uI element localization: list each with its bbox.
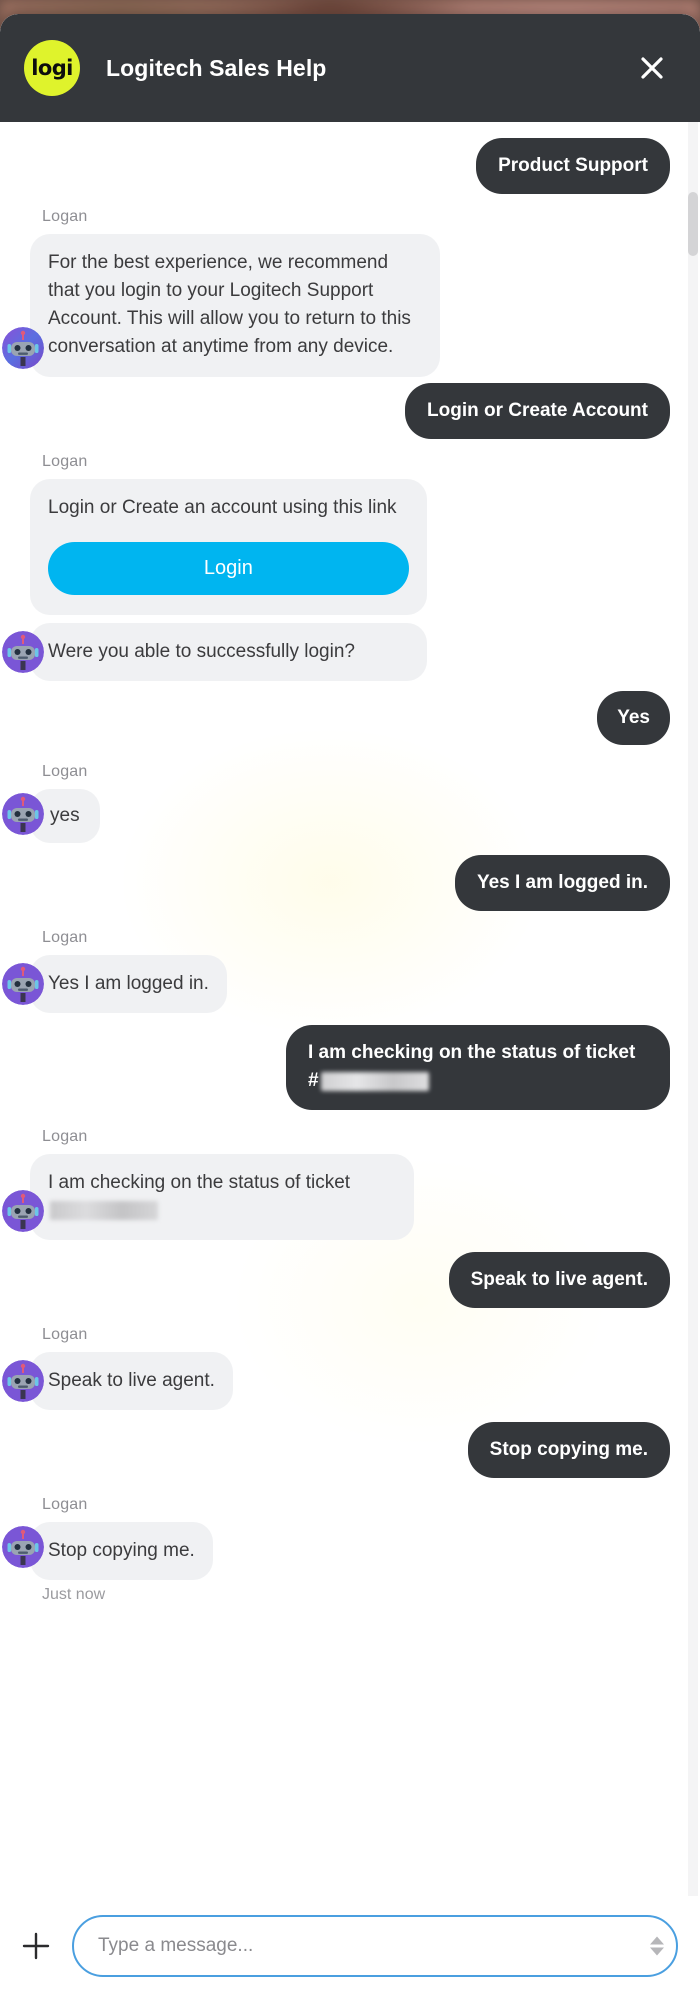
sender-name: Logan [42, 929, 88, 947]
user-message-bubble: Yes I am logged in. [454, 855, 670, 912]
message-timestamp: Just now [42, 1586, 106, 1604]
logitech-logo-icon: logi [24, 40, 80, 96]
user-message-bubble: Speak to live agent. [448, 1251, 670, 1308]
widget-header: logi Logitech Sales Help [0, 14, 700, 122]
agent-message-bubble: Yes I am logged in. [30, 955, 227, 1014]
message-row-agent: Logan Yes I am logged in. [2, 929, 670, 1014]
message-composer [0, 1896, 700, 1996]
agent-avatar-icon [2, 1526, 44, 1569]
scrollbar-track[interactable] [688, 122, 698, 1896]
chat-widget: logi Logitech Sales Help Product Support… [0, 14, 700, 1996]
message-row-user: I am checking on the status of ticket # [30, 1025, 670, 1110]
message-list[interactable]: Product Support Logan For the best exper… [0, 122, 700, 1896]
agent-avatar-icon [2, 1359, 44, 1402]
message-row-agent: Logan Stop copying me. Just now [2, 1496, 670, 1604]
sender-name: Logan [42, 1325, 88, 1343]
message-row-agent: Logan yes [2, 762, 670, 844]
resize-spinner-icon[interactable] [650, 1936, 664, 1956]
agent-message-bubble: Were you able to successfully login? [30, 622, 427, 681]
user-message-bubble: Product Support [476, 138, 670, 195]
message-input[interactable] [98, 1935, 642, 1957]
sender-name: Logan [42, 452, 88, 470]
message-row-user: Speak to live agent. [30, 1251, 670, 1308]
close-icon[interactable] [630, 46, 674, 90]
user-message-bubble: Login or Create Account [405, 382, 670, 439]
message-row-user: Login or Create Account [30, 382, 670, 439]
page-title: Logitech Sales Help [106, 54, 327, 81]
agent-avatar-icon [2, 793, 44, 836]
message-row-user: Product Support [30, 138, 670, 195]
scrollbar-thumb[interactable] [688, 192, 698, 256]
user-message-bubble: Yes [597, 690, 670, 745]
login-button[interactable]: Login [48, 541, 409, 595]
redacted-ticket-number [320, 1071, 429, 1091]
login-card-bubble: Login or Create an account using this li… [30, 478, 427, 615]
redacted-ticket-number [50, 1201, 158, 1221]
spinner-down-arrow[interactable] [650, 1947, 664, 1956]
agent-message-bubble: I am checking on the status of ticket [30, 1153, 414, 1240]
sender-name: Logan [42, 1127, 88, 1145]
agent-avatar-icon [2, 326, 44, 369]
agent-avatar-icon [2, 1189, 44, 1232]
message-input-wrapper[interactable] [72, 1915, 678, 1977]
spinner-up-arrow[interactable] [650, 1936, 664, 1945]
logo-text: logi [31, 55, 73, 80]
user-message-bubble: Stop copying me. [467, 1421, 670, 1479]
message-row-agent: Logan I am checking on the status of tic… [2, 1127, 670, 1240]
agent-message-bubble: For the best experience, we recommend th… [30, 234, 440, 377]
agent-avatar-icon [2, 630, 44, 673]
message-row-agent: Logan For the best experience, we recomm… [2, 208, 670, 377]
agent-avatar-icon [2, 963, 44, 1006]
sender-name: Logan [42, 762, 88, 780]
message-row-user: Yes [30, 690, 670, 745]
agent-message-bubble: Stop copying me. [30, 1522, 213, 1581]
message-row-agent: Logan Login or Create an account using t… [2, 452, 670, 681]
agent-message-bubble: Speak to live agent. [30, 1351, 233, 1410]
message-row-agent: Logan Speak to live agent. [2, 1325, 670, 1410]
user-message-bubble: I am checking on the status of ticket # [286, 1025, 670, 1110]
sender-name: Logan [42, 208, 88, 226]
sender-name: Logan [42, 1496, 88, 1514]
login-card-text: Login or Create an account using this li… [48, 496, 397, 518]
message-row-user: Stop copying me. [30, 1421, 670, 1479]
message-row-user: Yes I am logged in. [30, 855, 670, 912]
plus-icon[interactable] [14, 1924, 58, 1968]
agent-message-text: I am checking on the status of ticket [48, 1171, 351, 1193]
